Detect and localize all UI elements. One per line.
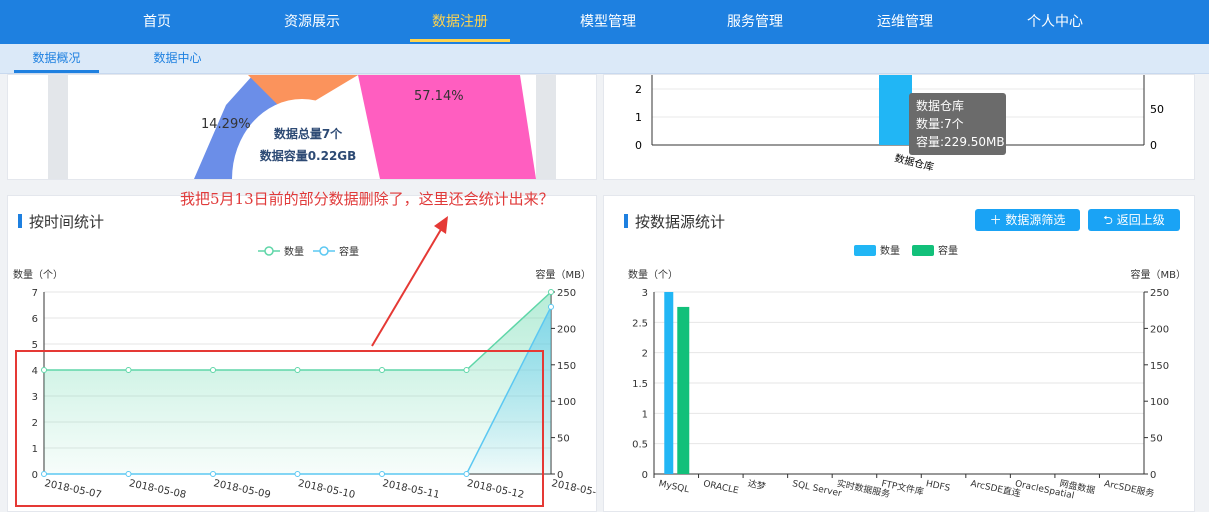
nav-personal-center[interactable]: 个人中心 — [1000, 0, 1110, 44]
y-tick: 1 — [642, 409, 648, 420]
y2-tick: 0 — [1150, 139, 1157, 152]
x-tick: ArcSDE服务 — [1103, 477, 1155, 499]
y2-tick: 200 — [557, 324, 576, 335]
y-tick: 1.5 — [632, 379, 648, 390]
y-tick: 2 — [642, 349, 648, 360]
y2-axis-title: 容量（MB） — [536, 268, 592, 281]
y-axis-title: 数量（个） — [628, 268, 678, 281]
nav-data-register[interactable]: 数据注册 — [405, 0, 515, 44]
legend-marker — [319, 246, 329, 256]
tab-data-overview[interactable]: 数据概况 — [14, 44, 99, 73]
nav-resource-display[interactable]: 资源展示 — [257, 0, 367, 44]
pie-total-count: 数据总量7个 — [274, 126, 343, 141]
point-capacity — [548, 303, 554, 310]
x-tick: 达梦 — [747, 477, 767, 492]
y2-tick: 50 — [557, 434, 570, 445]
top-bar-chart: 2 1 0 50 0 数据仓库 数据仓库 数量:7个 容量:229.50MB — [635, 75, 1164, 174]
y-tick: 7 — [32, 288, 38, 299]
y-tick: 0 — [635, 139, 642, 152]
x-tick: SQL Server — [791, 479, 842, 499]
legend-swatch — [854, 245, 876, 256]
top-bar-panel: 2 1 0 50 0 数据仓库 数据仓库 数量:7个 容量:229.50MB — [603, 74, 1195, 180]
x-tick: MySQL — [658, 479, 690, 495]
nav-home[interactable]: 首页 — [102, 0, 212, 44]
pie-panel: 14.29% 57.14% 数据总量7个 数据容量0.22GB — [7, 74, 597, 180]
y2-tick: 150 — [1150, 361, 1169, 372]
bar-count — [664, 292, 674, 474]
bar-data-warehouse[interactable] — [879, 75, 912, 145]
legend-swatch — [912, 245, 934, 256]
x-tick: HDFS — [925, 479, 951, 494]
y2-tick: 50 — [1150, 103, 1164, 116]
y2-tick: 200 — [1150, 324, 1169, 335]
source-bar-chart: 数量 容量数量（个） 容量（MB） 0 0.5 1 1.5 2 2.5 3 0 50 100 150 200… — [628, 244, 1187, 501]
y-tick: 0.5 — [632, 440, 648, 451]
x-tick: 2018-05-1 — [550, 478, 596, 500]
pie-label-2: 57.14% — [414, 89, 464, 104]
pie-chart: 14.29% 57.14% 数据总量7个 数据容量0.22GB — [48, 75, 556, 179]
y2-tick: 100 — [1150, 397, 1169, 408]
y2-tick: 150 — [557, 361, 576, 372]
y-tick: 2.5 — [632, 318, 648, 329]
y-tick: 1 — [635, 111, 642, 124]
legend-label: 容量 — [938, 244, 958, 257]
tooltip-count: 数量:7个 — [916, 116, 964, 131]
y2-axis-title: 容量（MB） — [1131, 268, 1187, 281]
y2-tick: 250 — [557, 288, 576, 299]
x-tick: ORACLE — [702, 479, 740, 496]
nav-ops-management[interactable]: 运维管理 — [850, 0, 960, 44]
y-tick: 3 — [642, 288, 648, 299]
y2-tick: 250 — [1150, 288, 1169, 299]
top-nav: 首页 资源展示 数据注册 模型管理 服务管理 运维管理 个人中心 — [0, 0, 1209, 44]
y-tick: 6 — [32, 314, 38, 325]
point-count — [548, 289, 554, 295]
y2-tick: 50 — [1150, 434, 1163, 445]
nav-model-management[interactable]: 模型管理 — [553, 0, 663, 44]
pie-total-capacity: 数据容量0.22GB — [260, 148, 357, 163]
tooltip-title: 数据仓库 — [916, 98, 964, 113]
annotation-highlight-box — [15, 350, 544, 507]
legend-label: 数量 — [284, 245, 304, 258]
source-stats-panel: 按数据源统计 ＋ 数据源筛选 ⮌ 返回上级 数量 容量 数量（个） 容量（MB） 0 0.… — [603, 195, 1195, 512]
y-tick: 2 — [635, 83, 642, 96]
tab-data-center[interactable]: 数据中心 — [135, 44, 220, 73]
legend-marker — [264, 246, 274, 256]
nav-service-management[interactable]: 服务管理 — [700, 0, 810, 44]
y2-tick: 100 — [557, 397, 576, 408]
bar-capacity — [677, 306, 690, 474]
sub-nav: 数据概况 数据中心 — [0, 44, 1209, 74]
pie-label-1: 14.29% — [201, 117, 251, 132]
y2-tick: 0 — [1150, 470, 1156, 481]
y-axis-title: 数量（个） — [13, 268, 63, 281]
annotation-text: 我把5月13日前的部分数据删除了，这里还会统计出来？ — [180, 190, 554, 208]
tooltip-capacity: 容量:229.50MB — [916, 134, 1005, 149]
y-tick: 0 — [642, 470, 648, 481]
legend-label: 容量 — [339, 245, 359, 258]
legend-label: 数量 — [880, 244, 900, 257]
